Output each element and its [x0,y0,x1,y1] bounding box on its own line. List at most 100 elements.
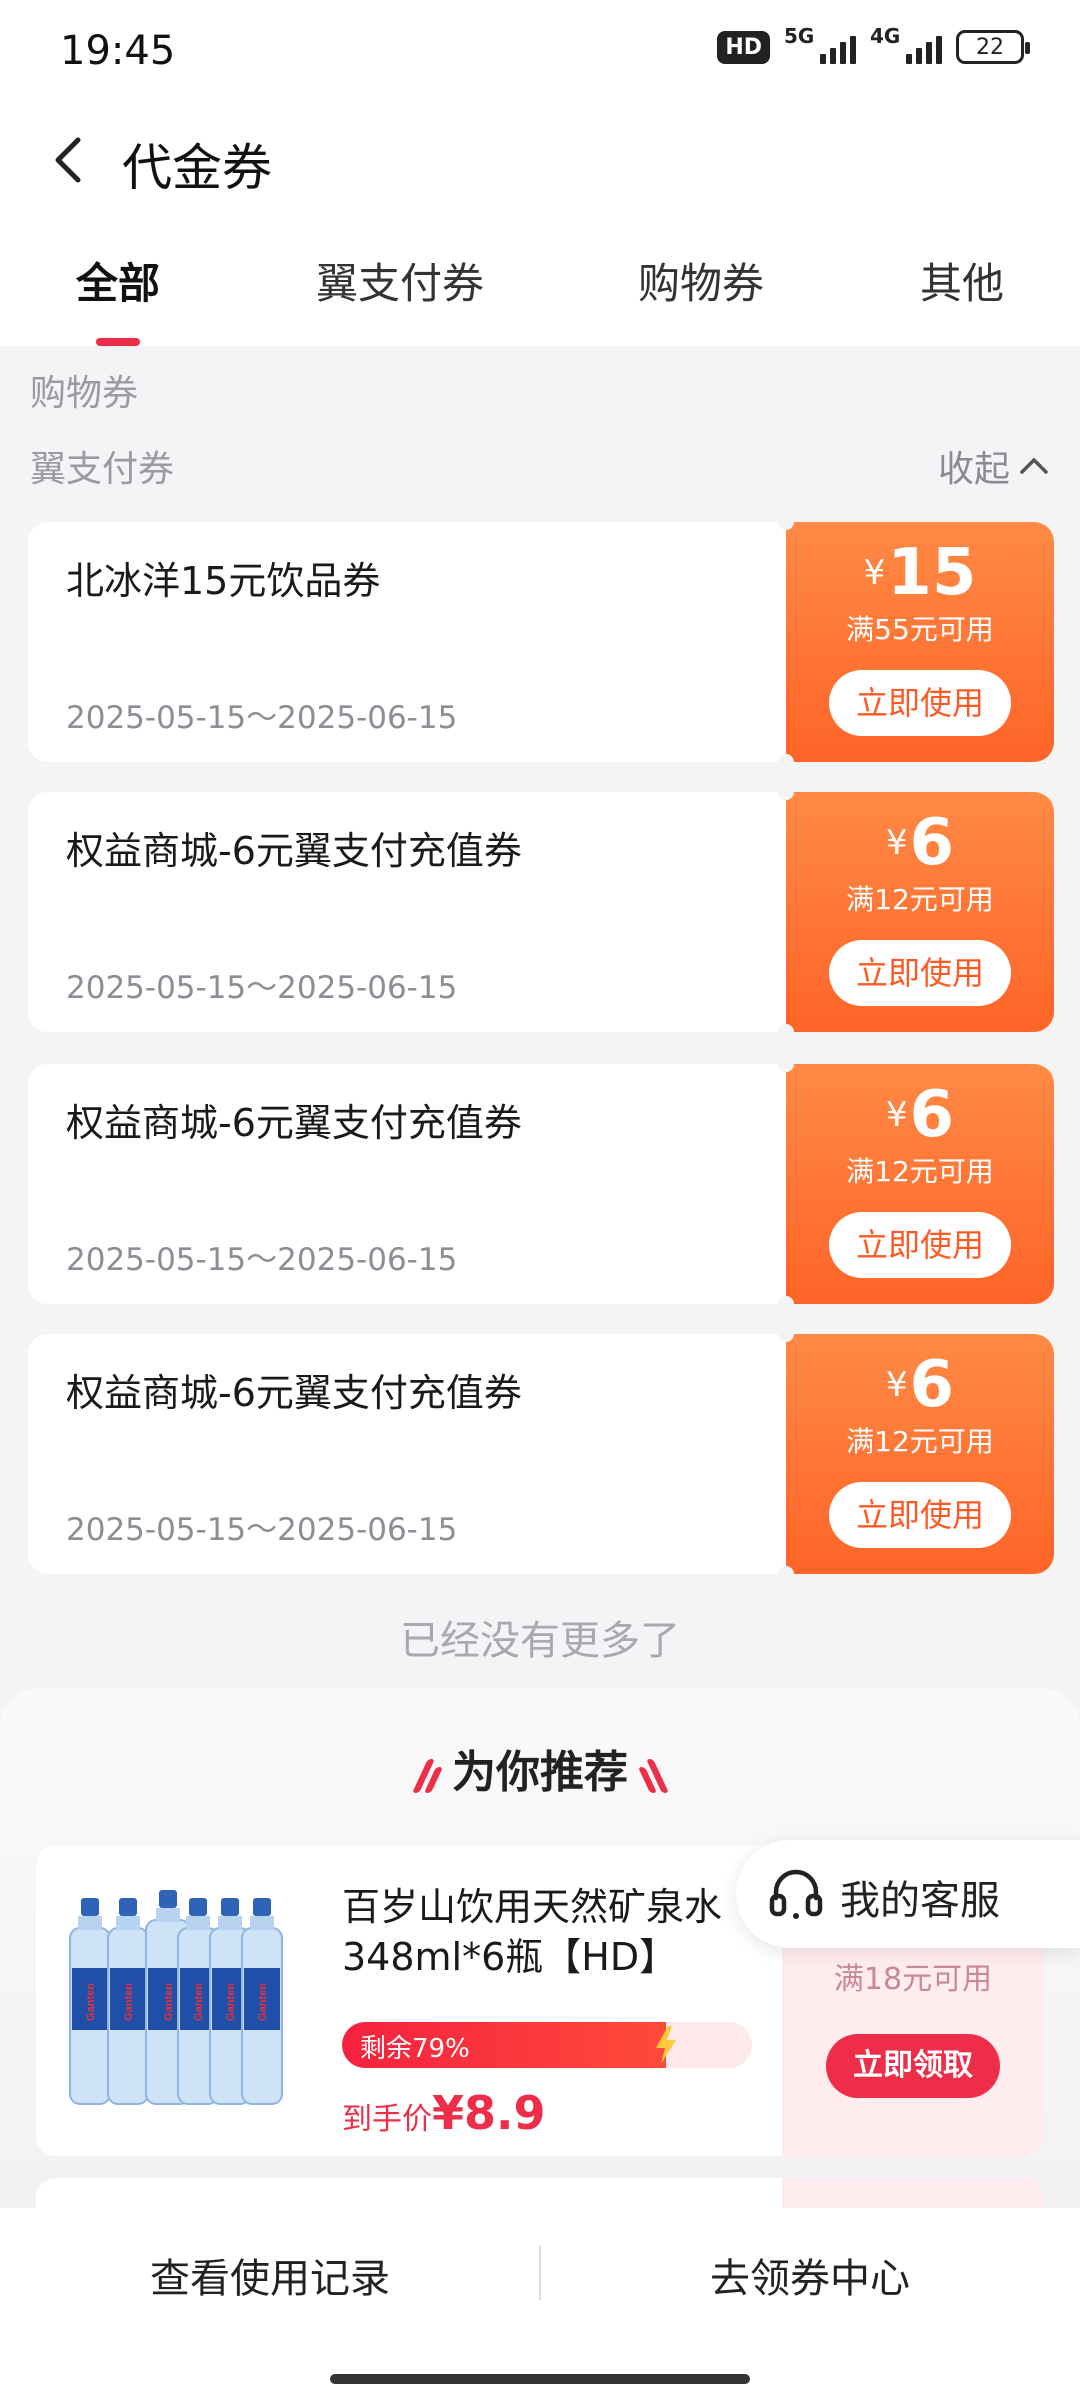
tab-other[interactable]: 其他 [920,250,1004,311]
bottle-neck [218,1916,242,1930]
coupon-info: 权益商城-6元翼支付充值券 2025-05-15～2025-06-15 [28,1064,786,1304]
amount-value: 6 [909,806,955,880]
bottle-cap [119,1898,137,1916]
bottle-brand-text: Ganten [85,1983,97,2021]
coupon-date: 2025-05-15～2025-06-15 [66,1512,458,1548]
coupon-date: 2025-05-15～2025-06-15 [66,1242,458,1278]
coupon-value-panel: ¥6 满12元可用 立即使用 [778,1056,1054,1312]
product-coupon-condition: 满18元可用 [833,1962,993,1997]
customer-service-button[interactable]: 我的客服 [736,1840,1080,1948]
stock-remaining-label: 剩余79% [360,2034,470,2064]
bottle-neck [186,1916,210,1930]
recommend-title: 为你推荐 [0,1736,1080,1800]
tab-active-indicator [96,338,140,346]
slash-decoration-icon [637,1755,669,1795]
bottle-brand-text: Ganten [257,1983,269,2021]
battery-level: 22 [976,34,1004,60]
tab-bar: 全部 翼支付券 购物券 其他 [0,230,1080,346]
bottle-brand-text: Ganten [225,1983,237,2021]
coupon-name: 权益商城-6元翼支付充值券 [66,1101,522,1145]
bottom-bar: 查看使用记录 去领券中心 [0,2208,1080,2400]
coupon-condition: 满12元可用 [846,1425,994,1458]
chevron-up-icon [1020,458,1048,474]
coupon-name: 北冰洋15元饮品券 [66,559,381,603]
coupon-info: 权益商城-6元翼支付充值券 2025-05-15～2025-06-15 [28,792,786,1032]
section-yizhifu: 翼支付券 [30,449,175,490]
bottle-neck [78,1916,102,1930]
tab-yizhifu[interactable]: 翼支付券 [316,250,484,311]
network-label-1: 5G [784,24,815,48]
signal-4g-icon: 4G [870,24,942,64]
coupon-value-panel: ¥15 满55元可用 立即使用 [778,514,1054,770]
coupon-card: 权益商城-6元翼支付充值券 2025-05-15～2025-06-15 ¥6 满… [28,784,1054,1040]
usage-history-button[interactable]: 查看使用记录 [0,2246,540,2304]
bottle-cap [253,1898,271,1916]
coupon-info: 权益商城-6元翼支付充值券 2025-05-15～2025-06-15 [28,1334,786,1574]
product-name: 百岁山饮用天然矿泉水348ml*6瓶【HD】 [342,1885,723,1979]
lightning-icon [656,2026,676,2064]
coupon-amount: ¥6 [786,1078,1054,1152]
headset-icon [769,1869,823,1919]
status-icons: HD 5G 4G 22 [717,24,1030,64]
coupon-info: 北冰洋15元饮品券 2025-05-15～2025-06-15 [28,522,786,762]
stock-progress-bar: 剩余79% [342,2022,752,2068]
bottle-neck [116,1916,140,1930]
use-now-button[interactable]: 立即使用 [829,1212,1011,1278]
network-label-2: 4G [870,24,901,48]
coupon-date: 2025-05-15～2025-06-15 [66,700,458,736]
tab-shopping[interactable]: 购物券 [638,250,764,311]
coupon-center-button[interactable]: 去领券中心 [540,2246,1080,2304]
amount-value: 15 [887,536,977,610]
coupon-card: 北冰洋15元饮品券 2025-05-15～2025-06-15 ¥15 满55元… [28,514,1054,770]
amount-value: 6 [909,1348,955,1422]
claim-now-button[interactable]: 立即领取 [826,2034,1000,2098]
coupon-amount: ¥6 [786,1348,1054,1422]
water-bottles-image: Ganten Ganten Ganten Ganten Ganten Ganten [69,1890,283,2105]
bottle-cap [189,1898,207,1916]
price-label: 到手价 [342,2102,432,2137]
home-indicator[interactable] [330,2374,750,2384]
bottle-brand-text: Ganten [123,1983,135,2021]
amount-value: 6 [909,1078,955,1152]
coupon-value-panel: ¥6 满12元可用 立即使用 [778,1326,1054,1582]
coupon-name: 权益商城-6元翼支付充值券 [66,829,522,873]
coupon-date: 2025-05-15～2025-06-15 [66,970,458,1006]
coupon-name: 权益商城-6元翼支付充值券 [66,1371,522,1415]
status-time: 19:45 [60,28,176,74]
tab-all[interactable]: 全部 [76,250,160,311]
no-more-text: 已经没有更多了 [400,1618,680,1664]
status-bar: 19:45 HD 5G 4G 22 [0,0,1080,100]
coupon-amount: ¥6 [786,806,1054,880]
coupon-condition: 满55元可用 [846,613,994,646]
section-shopping[interactable]: 购物券 [30,364,138,416]
coupon-condition: 满12元可用 [846,1155,994,1188]
bottle-cap [221,1898,239,1916]
collapse-button[interactable]: 收起 [938,440,1052,492]
chevron-left-icon[interactable] [40,130,100,190]
coupon-card: 权益商城-6元翼支付充值券 2025-05-15～2025-06-15 ¥6 满… [28,1326,1054,1582]
coupon-card: 权益商城-6元翼支付充值券 2025-05-15～2025-06-15 ¥6 满… [28,1056,1054,1312]
final-price: 到手价¥8.9 [342,2086,546,2140]
app-header: 代金券 [0,100,1080,230]
bottle-neck [156,1908,180,1922]
bottle-brand-text: Ganten [193,1983,205,2021]
bottle-brand-text: Ganten [163,1983,175,2021]
use-now-button[interactable]: 立即使用 [829,940,1011,1006]
use-now-button[interactable]: 立即使用 [829,1482,1011,1548]
customer-service-label: 我的客服 [840,1878,1000,1924]
battery-icon: 22 [956,30,1030,64]
currency-symbol: ¥ [863,553,886,593]
price-currency: ¥ [432,2086,465,2140]
recommend-title-text: 为你推荐 [452,1747,628,1798]
signal-5g-icon: 5G [784,24,856,64]
hd-badge: HD [717,30,770,64]
coupon-amount: ¥15 [786,536,1054,610]
use-now-button[interactable]: 立即使用 [829,670,1011,736]
page-title: 代金券 [122,139,272,197]
currency-symbol: ¥ [885,823,908,863]
coupon-value-panel: ¥6 满12元可用 立即使用 [778,784,1054,1040]
recommend-panel: 为你推荐 Ganten Ganten Ganten Ganten Ganten Gante… [0,1688,1080,2258]
coupon-condition: 满12元可用 [846,883,994,916]
bottle-cap [159,1890,177,1908]
currency-symbol: ¥ [885,1095,908,1135]
